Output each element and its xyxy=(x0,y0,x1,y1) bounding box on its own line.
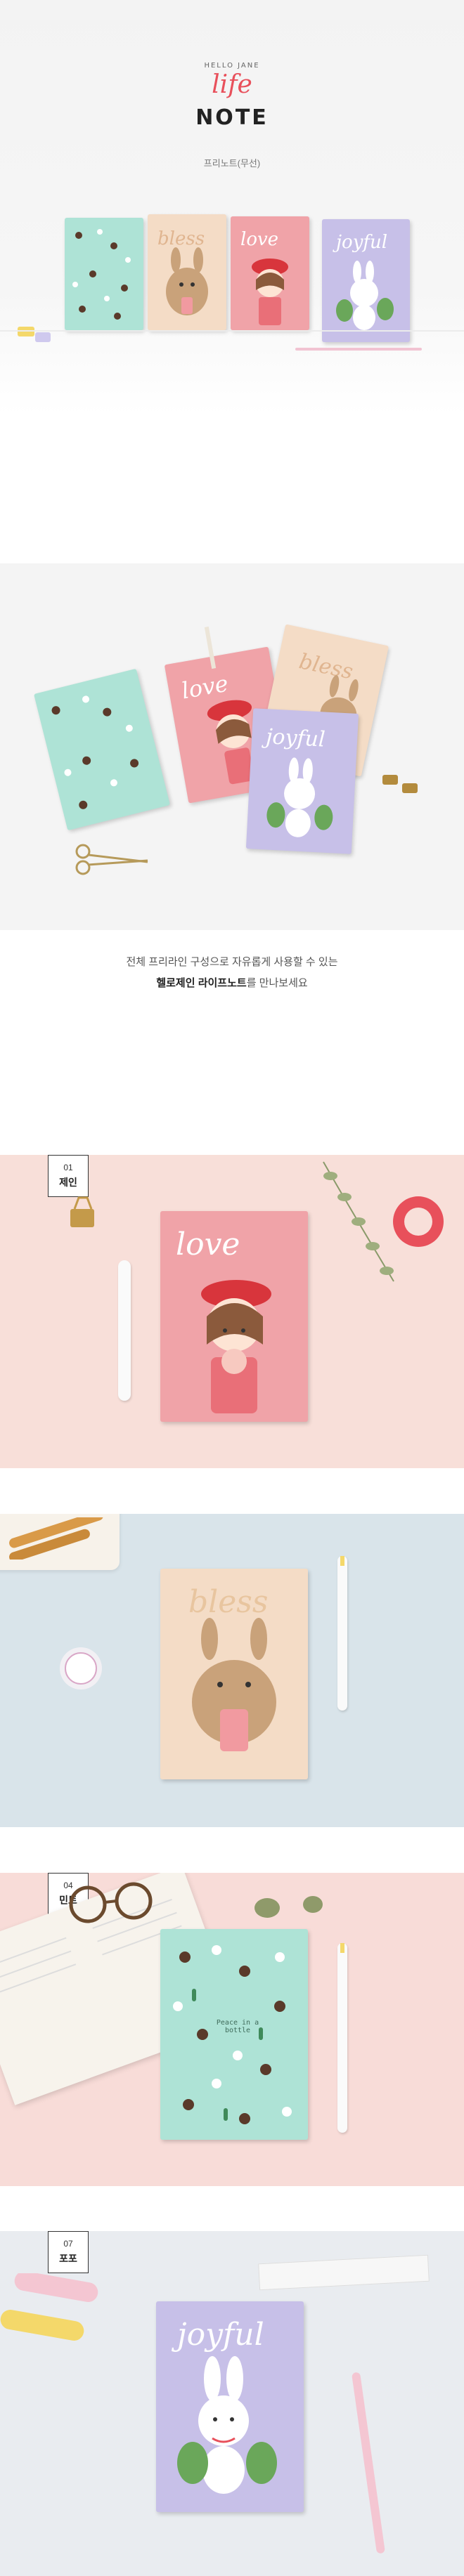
brand-subtitle: 프리노트(무선) xyxy=(203,158,261,169)
rabbit-flat xyxy=(266,757,333,837)
option-number: 01 xyxy=(63,1163,73,1172)
pencil-white-2 xyxy=(337,1943,347,2133)
pencil-tip-2 xyxy=(340,1943,344,1953)
brand-note: NOTE xyxy=(195,105,269,130)
intro-rest: 를 만나보세요 xyxy=(246,977,308,989)
pencil-white xyxy=(337,1556,347,1711)
option-number: 07 xyxy=(63,2239,73,2249)
intro-bold: 헬로제인 라이프노트 xyxy=(156,977,247,989)
mint-large-pattern xyxy=(173,1945,292,2124)
mint-notebook xyxy=(65,218,143,330)
option-01-section: 01 제인 love xyxy=(0,1155,464,1468)
flatlay-section: love bless joyful xyxy=(0,563,464,930)
bunny-illustration xyxy=(166,247,208,315)
girl-illustration xyxy=(252,259,288,325)
option-07-section: 07 포포 joyful xyxy=(0,2231,464,2576)
mint-flat-pattern xyxy=(51,695,139,809)
peach-notebook: bless xyxy=(148,214,226,330)
option-04-section: 04 민트 Peace in a bottle xyxy=(0,1873,464,2186)
book-line xyxy=(0,1937,67,1968)
brand-life: life xyxy=(212,70,252,99)
pencil xyxy=(295,348,422,351)
washi-tapes xyxy=(0,2273,98,2341)
option-02-section: 02 치치 bless xyxy=(0,1514,464,1827)
jane-notebook: love xyxy=(160,1211,308,1422)
option-name: 제인 xyxy=(59,1177,77,1188)
pink-notebook: love xyxy=(231,216,309,330)
bunny-large xyxy=(192,1618,276,1751)
lavender-notebook: joyful xyxy=(322,219,410,342)
option-label: 07 포포 xyxy=(48,2231,89,2273)
book-line xyxy=(0,1950,72,1981)
intro-line-1: 전체 프리라인 구성으로 자유롭게 사용할 수 있는 xyxy=(126,956,338,968)
glasses-icon xyxy=(69,1882,153,1923)
paper-clips xyxy=(382,775,418,793)
scissors-icon xyxy=(75,844,148,875)
binder-clip-gold xyxy=(70,1196,94,1227)
pencil-tip xyxy=(340,1556,344,1566)
ruler xyxy=(258,2254,430,2291)
book-line xyxy=(0,1963,77,1994)
option-name: 포포 xyxy=(59,2253,77,2264)
mint-notebook-large: Peace in a bottle xyxy=(160,1929,308,2140)
brand-small: HELLO JANE xyxy=(204,62,260,70)
pink-pencil xyxy=(351,2372,386,2554)
breadsticks xyxy=(9,1517,103,1560)
intro-line-2: 헬로제인 라이프노트를 만나보세요 xyxy=(0,975,464,990)
lavender-notebook-flat: joyful xyxy=(245,708,359,854)
mint-cover-text: Peace in a bottle xyxy=(216,2019,259,2034)
option-label: 01 제인 xyxy=(48,1155,89,1197)
table-surface xyxy=(0,330,464,332)
mint-pattern xyxy=(72,229,131,320)
rabbit-illustration xyxy=(336,261,394,330)
girl-large xyxy=(201,1280,271,1413)
popo-notebook: joyful xyxy=(156,2301,304,2512)
round-leaves xyxy=(254,1896,323,1918)
rabbit-large xyxy=(177,2356,277,2494)
chichi-notebook: bless xyxy=(160,1569,308,1779)
mint-notebook-flat xyxy=(34,668,170,831)
pen xyxy=(118,1260,131,1401)
jar-lid xyxy=(60,1647,102,1689)
masking-tape xyxy=(393,1196,444,1247)
binder-clips xyxy=(18,327,51,342)
hero-section: HELLO JANE life NOTE 프리노트(무선) bless love… xyxy=(0,0,464,414)
